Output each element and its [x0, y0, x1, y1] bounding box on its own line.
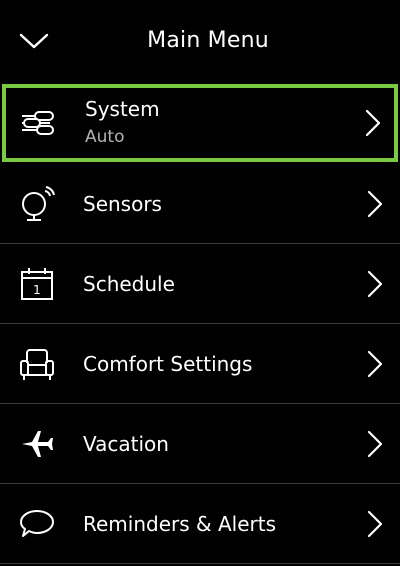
menu-item-sensors[interactable]: Sensors [0, 164, 400, 244]
system-sliders-icon [20, 104, 58, 142]
menu-item-schedule[interactable]: 1 Schedule [0, 244, 400, 324]
menu-item-reminders-alerts[interactable]: Reminders & Alerts [0, 484, 400, 564]
sensor-icon [18, 185, 56, 223]
airplane-icon [18, 425, 56, 463]
armchair-icon [18, 345, 56, 383]
chevron-right-icon [367, 510, 383, 537]
menu-item-label: Vacation [83, 431, 169, 456]
menu-item-comfort-settings[interactable]: Comfort Settings [0, 324, 400, 404]
calendar-day-number: 1 [33, 283, 41, 297]
menu-item-system[interactable]: System Auto [2, 84, 398, 162]
main-menu-list: System Auto Sensors 1 Schedule Comfort S… [0, 84, 400, 564]
header: Main Menu [0, 0, 400, 84]
chevron-right-icon [365, 109, 381, 137]
menu-item-label: Comfort Settings [83, 351, 253, 376]
chevron-right-icon [367, 190, 383, 217]
menu-item-label: Schedule [83, 271, 175, 296]
calendar-icon: 1 [18, 265, 56, 303]
menu-item-label: System [85, 97, 160, 121]
speech-bubble-icon [18, 505, 56, 543]
chevron-right-icon [367, 270, 383, 297]
chevron-right-icon [367, 350, 383, 377]
menu-item-vacation[interactable]: Vacation [0, 404, 400, 484]
menu-item-label: Reminders & Alerts [83, 511, 276, 536]
page-title: Main Menu [147, 28, 269, 53]
chevron-right-icon [367, 430, 383, 457]
menu-item-label: Sensors [83, 191, 162, 216]
menu-item-sublabel: Auto [85, 127, 125, 147]
